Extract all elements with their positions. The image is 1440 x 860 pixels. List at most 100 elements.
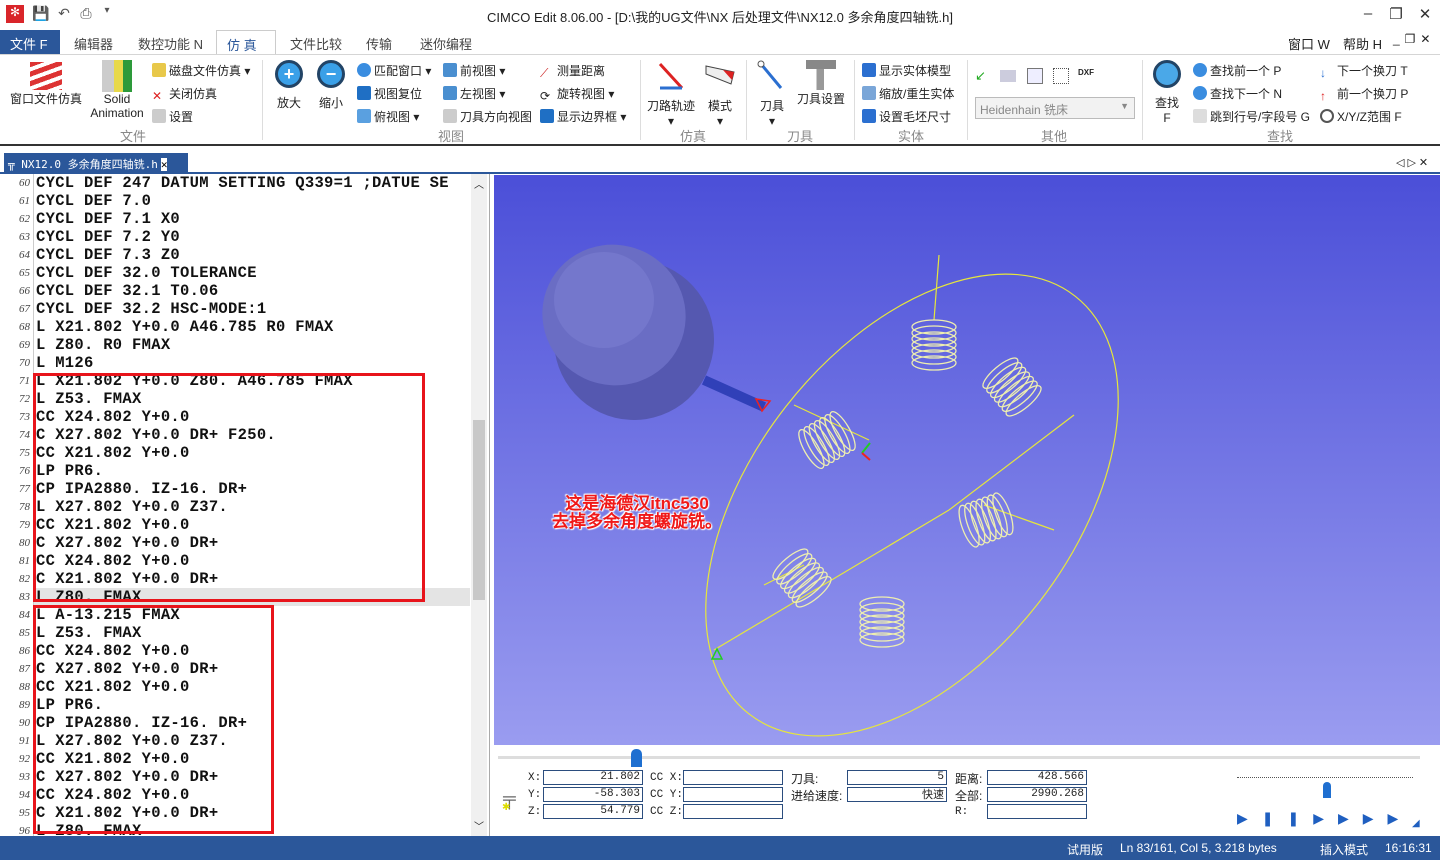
find-next-button[interactable]: 查找下一个 N xyxy=(1193,85,1282,102)
line-number: 67 xyxy=(19,303,30,315)
scroll-up-icon[interactable]: ︿ xyxy=(474,176,484,191)
tool-settings-button[interactable]: 刀具设置 xyxy=(794,60,848,107)
annotation-line-1: 这是海德汉itnc530 xyxy=(565,494,709,513)
magnifier-icon xyxy=(357,63,371,77)
line-number: 64 xyxy=(19,249,30,261)
code-line[interactable]: L Z80. R0 FMAX xyxy=(36,336,170,354)
code-line[interactable]: L X21.802 Y+0.0 A46.785 R0 FMAX xyxy=(36,318,334,336)
stock-size-button[interactable]: 设置毛坯尺寸 xyxy=(862,108,951,125)
mdi-controls[interactable]: _❐✕ xyxy=(1393,32,1436,46)
measure-button[interactable]: ⟋ 测量距离 xyxy=(540,62,605,80)
code-line[interactable]: CYCL DEF 7.2 Y0 xyxy=(36,228,180,246)
find-prev-button[interactable]: 查找前一个 P xyxy=(1193,62,1281,79)
line-number: 66 xyxy=(19,285,30,297)
progress-slider-thumb[interactable] xyxy=(631,749,643,767)
solid-animation-button[interactable]: Solid Animation xyxy=(86,60,148,120)
tool-button[interactable]: 刀具 ▾ xyxy=(752,60,792,128)
settings-icon xyxy=(152,109,166,123)
stock-label: 设置毛坯尺寸 xyxy=(879,110,952,124)
prev-tool-change-button[interactable]: ↑ 前一个换刀 P xyxy=(1320,85,1408,103)
toolpath-button[interactable]: 刀路轨迹 ▾ xyxy=(644,60,698,128)
front-view-button[interactable]: 前视图 ▾ xyxy=(443,62,505,79)
restore-button[interactable]: ❐ xyxy=(1381,5,1411,23)
minimize-button[interactable]: – xyxy=(1353,5,1383,22)
line-number: 62 xyxy=(19,213,30,225)
disk-sim-button[interactable]: 磁盘文件仿真 ▾ xyxy=(152,62,250,79)
line-number: 61 xyxy=(19,195,30,207)
speed-scale[interactable] xyxy=(1237,770,1413,778)
zoom-in-button[interactable]: + 放大 xyxy=(270,60,308,111)
code-line[interactable]: CYCL DEF 32.1 T0.06 xyxy=(36,282,218,300)
next-tool-change-button[interactable]: ↓ 下一个换刀 T xyxy=(1320,62,1408,80)
bbox-button[interactable]: 显示边界框 ▾ xyxy=(540,108,626,125)
stl-icon[interactable] xyxy=(1053,68,1069,84)
code-line[interactable]: CYCL DEF 32.0 TOLERANCE xyxy=(36,264,257,282)
simulation-3d-view[interactable]: 这是海德汉itnc530 去掉多余角度螺旋铣。 xyxy=(494,175,1440,745)
close-button[interactable]: ✕ xyxy=(1410,5,1440,23)
code-line[interactable]: L M126 xyxy=(36,354,94,372)
tab-transfer[interactable]: 传输 xyxy=(356,30,402,54)
code-line[interactable]: CYCL DEF 7.1 X0 xyxy=(36,210,180,228)
mode-label: 模式 xyxy=(707,99,732,113)
contour-icon[interactable] xyxy=(1027,68,1043,84)
mode-button[interactable]: 模式 ▾ xyxy=(700,60,740,128)
top-view-button[interactable]: 俯视图 ▾ xyxy=(357,108,419,125)
annotation-line-2: 去掉多余角度螺旋铣。 xyxy=(552,512,722,531)
zoom-out-button[interactable]: − 缩小 xyxy=(312,60,350,111)
goto-line-button[interactable]: 跳到行号/字段号 G xyxy=(1193,108,1310,125)
tab-simulation[interactable]: 仿 真 xyxy=(216,30,276,54)
tab-mini-programming[interactable]: 迷你编程 xyxy=(410,30,482,54)
close-sim-button[interactable]: ✕ 关闭仿真 xyxy=(152,85,217,103)
tab-editor[interactable]: 编辑器 xyxy=(64,30,123,54)
line-number: 90 xyxy=(19,717,30,729)
line-number: 82 xyxy=(19,573,30,585)
line-number: 76 xyxy=(19,465,30,477)
dxf-icon[interactable]: DXF xyxy=(1078,68,1094,77)
group-view-label: 视图 xyxy=(438,129,465,144)
code-line[interactable]: CYCL DEF 32.2 HSC-MODE:1 xyxy=(36,300,266,318)
toolpath-icon xyxy=(658,62,684,90)
scrollbar-thumb[interactable] xyxy=(473,420,485,600)
bbox-icon xyxy=(540,109,554,123)
axis-marker xyxy=(861,442,871,454)
code-line[interactable]: CYCL DEF 7.3 Z0 xyxy=(36,246,180,264)
menu-window[interactable]: 窗口 W xyxy=(1288,34,1330,53)
line-number: 74 xyxy=(19,429,30,441)
annotation-text: 这是海德汉itnc530 去掉多余角度螺旋铣。 xyxy=(552,495,722,531)
line-number: 65 xyxy=(19,267,30,279)
tab-file[interactable]: 文件 F xyxy=(0,30,60,54)
menu-help[interactable]: 帮助 H xyxy=(1343,34,1382,53)
playback-controls[interactable]: ▶❚❚▶▶▶▶ xyxy=(1237,810,1412,827)
find-key-label: F xyxy=(1163,111,1171,125)
speed-slider-thumb[interactable] xyxy=(1323,782,1331,798)
tool-dir-view-button[interactable]: 刀具方向视图 xyxy=(443,108,532,125)
toolpath-line xyxy=(948,414,1075,511)
resize-grip-icon[interactable]: ◢ xyxy=(1412,818,1420,829)
fit-window-button[interactable]: 匹配窗口 ▾ xyxy=(357,62,431,79)
ccz-label: CC Z: xyxy=(650,806,684,818)
group-other-label: 其他 xyxy=(1041,129,1068,144)
show-solid-button[interactable]: 显示实体模型 xyxy=(862,62,951,79)
reset-view-button[interactable]: 视图复位 xyxy=(357,85,422,102)
line-number: 89 xyxy=(19,699,30,711)
scroll-down-icon[interactable]: ﹀ xyxy=(474,818,484,833)
xyz-range-button[interactable]: X/Y/Z范围 F xyxy=(1320,108,1402,125)
divider xyxy=(854,60,855,140)
zoom-regen-button[interactable]: 缩放/重生实体 xyxy=(862,85,954,102)
axis-icon[interactable]: ↙ xyxy=(975,68,993,84)
rotate-view-button[interactable]: ⟳ 旋转视图 ▾ xyxy=(540,85,614,103)
tab-nc-functions[interactable]: 数控功能 N xyxy=(128,30,213,54)
close-tab-icon[interactable]: ✕ xyxy=(160,158,168,171)
code-line[interactable]: CYCL DEF 247 DATUM SETTING Q339=1 ;DATUE… xyxy=(36,174,449,192)
window-sim-button[interactable]: 窗口文件仿真 xyxy=(8,62,84,107)
code-line[interactable]: CYCL DEF 7.0 xyxy=(36,192,151,210)
document-tab[interactable]: ╦ NX12.0 多余角度四轴铣.h ✕ xyxy=(4,153,188,174)
block-icon[interactable] xyxy=(1000,70,1016,82)
tab-nav-controls[interactable]: ◁▷✕ xyxy=(1396,156,1431,169)
find-button[interactable]: 查找 F xyxy=(1148,60,1186,125)
machine-select[interactable]: Heidenhain 铣床 ▼ xyxy=(975,97,1135,119)
left-view-button[interactable]: 左视图 ▾ xyxy=(443,85,505,102)
zoom-regen-label: 缩放/重生实体 xyxy=(879,87,955,101)
settings-button[interactable]: 设置 xyxy=(152,108,193,125)
tab-compare[interactable]: 文件比较 xyxy=(280,30,352,54)
